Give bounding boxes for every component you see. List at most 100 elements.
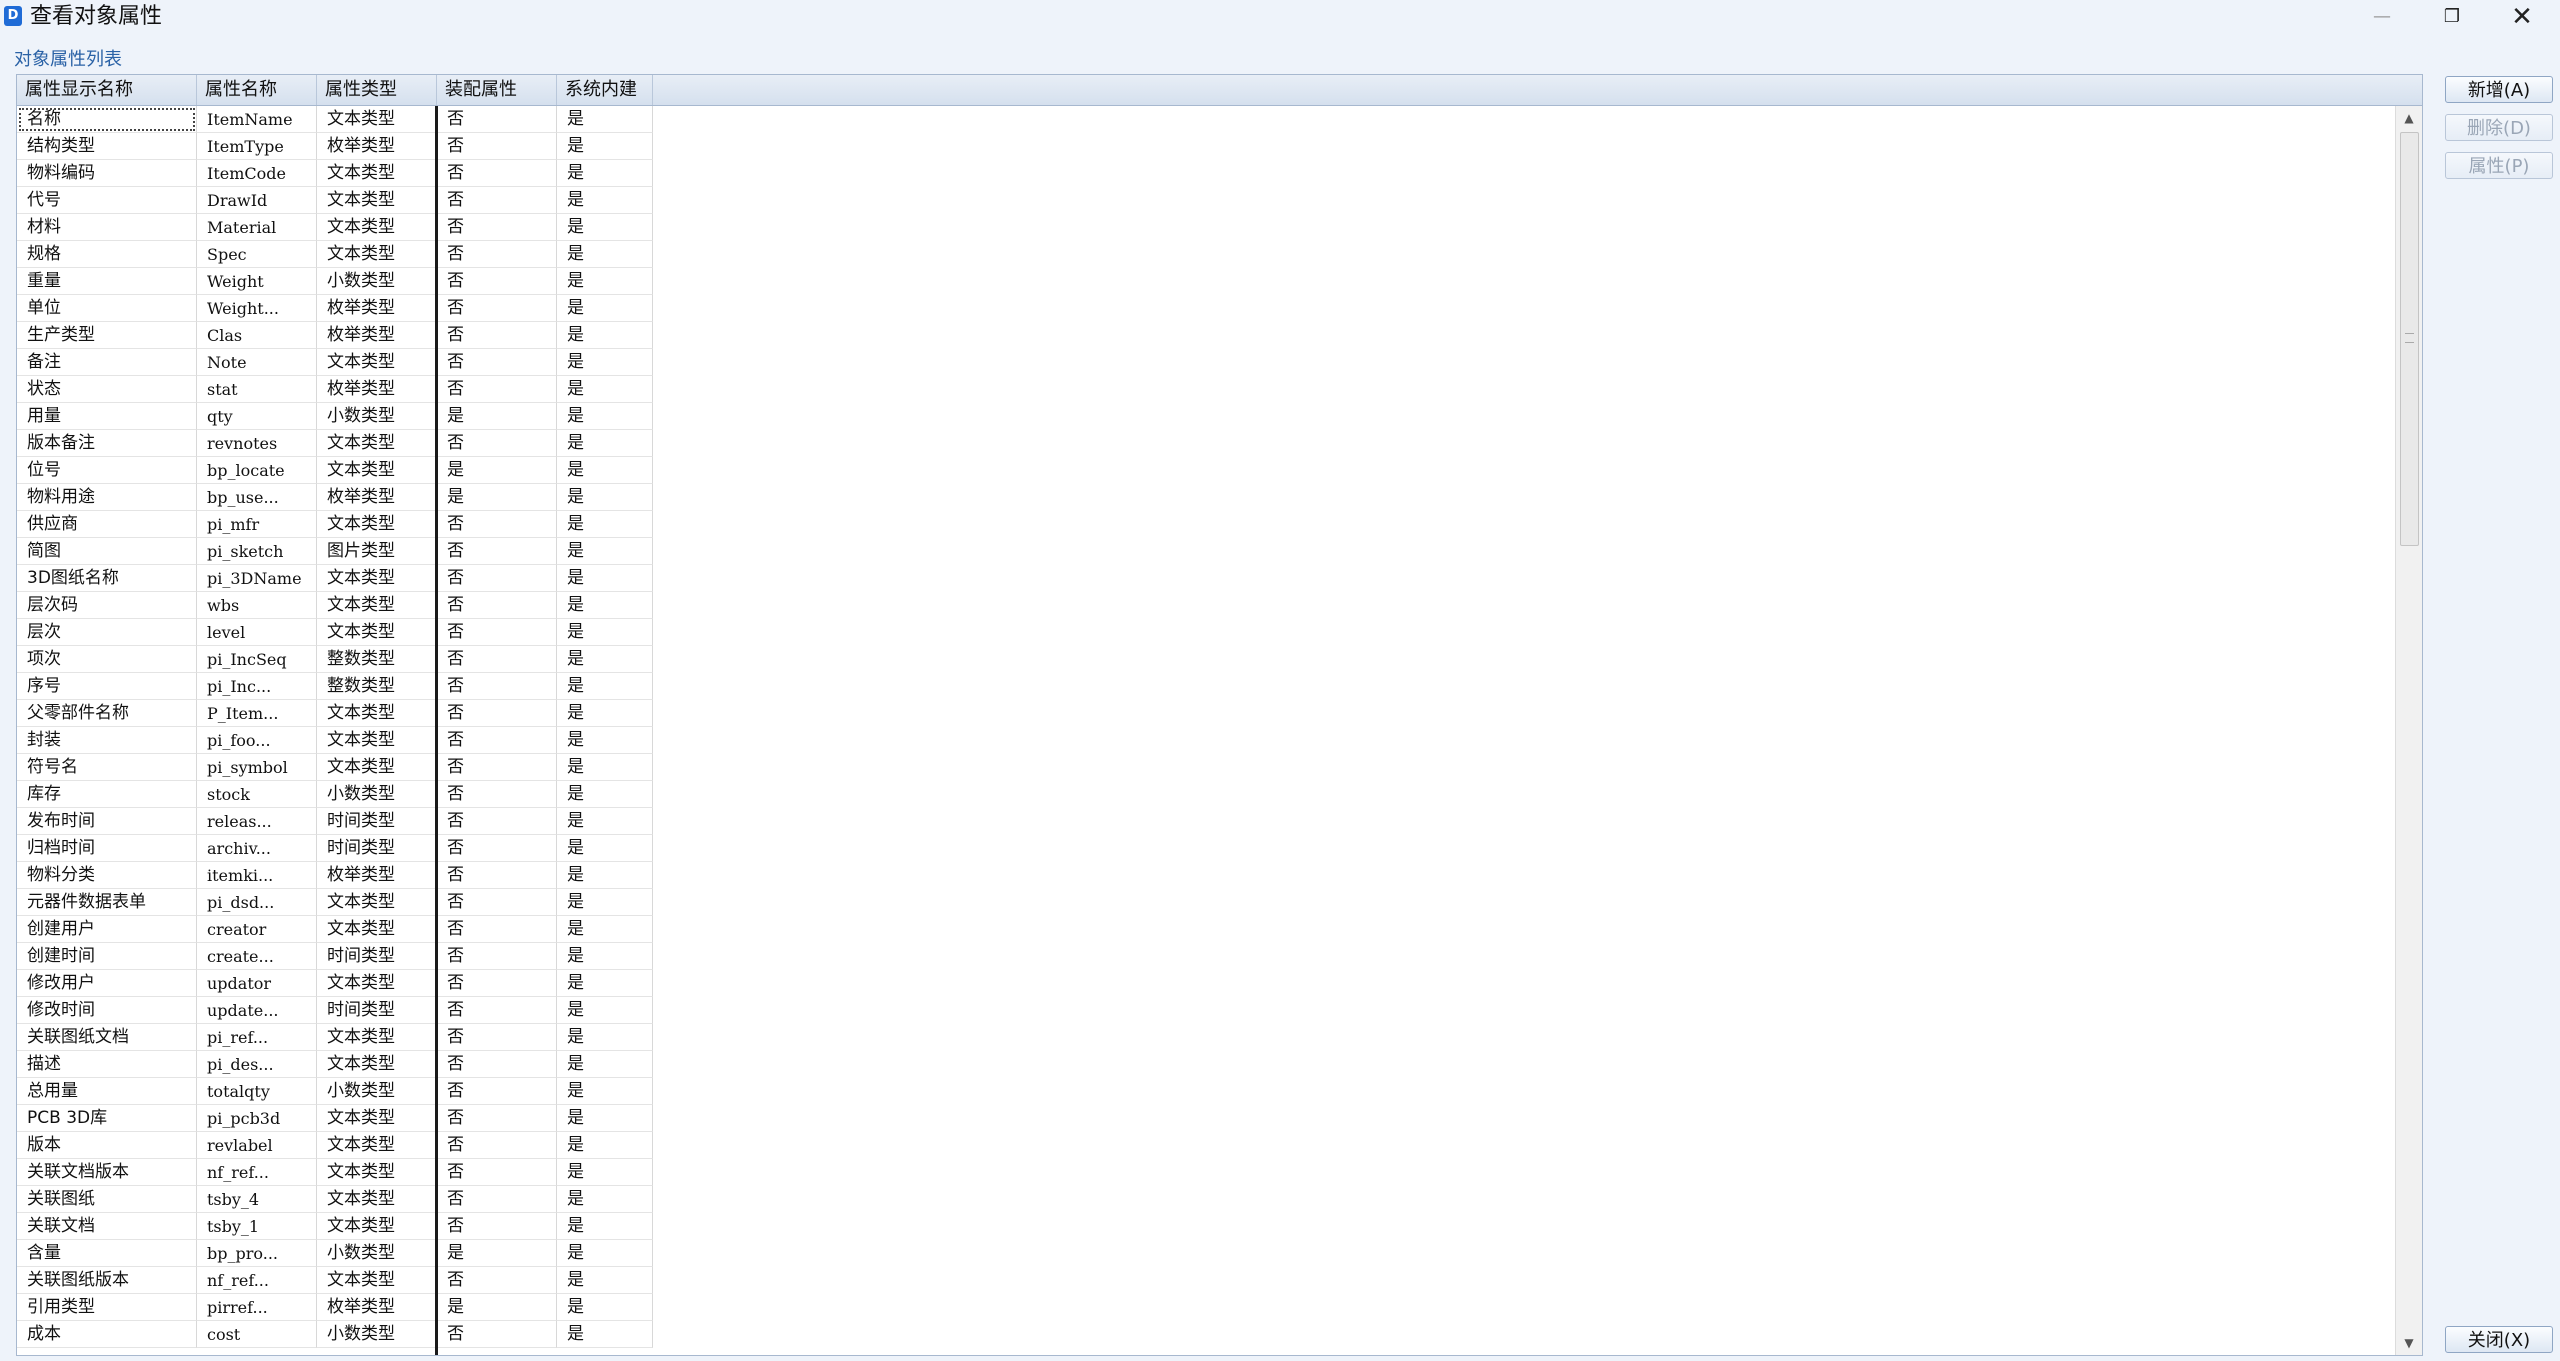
cell-property-type[interactable]: 文本类型 xyxy=(317,916,437,943)
cell-builtin[interactable]: 是 xyxy=(557,430,653,457)
table-row[interactable]: 层次 level 文本类型否是 xyxy=(17,619,653,646)
table-row[interactable]: 序号 pi_Inc... 整数类型否是 xyxy=(17,673,653,700)
cell-display-name[interactable]: 代号 xyxy=(17,187,197,214)
cell-display-name[interactable]: 描述 xyxy=(17,1051,197,1078)
table-row[interactable]: 供应商 pi_mfr 文本类型否是 xyxy=(17,511,653,538)
cell-display-name[interactable]: 创建时间 xyxy=(17,943,197,970)
cell-property-type[interactable]: 文本类型 xyxy=(317,430,437,457)
cell-builtin[interactable]: 是 xyxy=(557,970,653,997)
cell-property-type[interactable]: 文本类型 xyxy=(317,1186,437,1213)
cell-assembly[interactable]: 是 xyxy=(437,484,557,511)
close-window-button[interactable]: ✕ xyxy=(2500,2,2544,32)
cell-property-name[interactable]: totalqty xyxy=(197,1078,317,1105)
cell-property-type[interactable]: 小数类型 xyxy=(317,1321,437,1348)
cell-assembly[interactable]: 否 xyxy=(437,1159,557,1186)
table-row[interactable]: 结构类型 ItemType 枚举类型否是 xyxy=(17,133,653,160)
cell-assembly[interactable]: 否 xyxy=(437,619,557,646)
cell-display-name[interactable]: 关联图纸 xyxy=(17,1186,197,1213)
cell-builtin[interactable]: 是 xyxy=(557,1267,653,1294)
cell-property-name[interactable]: pi_pcb3d xyxy=(197,1105,317,1132)
cell-property-name[interactable]: wbs xyxy=(197,592,317,619)
cell-display-name[interactable]: 修改用户 xyxy=(17,970,197,997)
table-row[interactable]: 符号名 pi_symbol 文本类型否是 xyxy=(17,754,653,781)
cell-builtin[interactable]: 是 xyxy=(557,1051,653,1078)
cell-display-name[interactable]: 供应商 xyxy=(17,511,197,538)
cell-property-type[interactable]: 文本类型 xyxy=(317,241,437,268)
cell-property-name[interactable]: Weight xyxy=(197,268,317,295)
cell-builtin[interactable]: 是 xyxy=(557,808,653,835)
table-row[interactable]: 代号 DrawId 文本类型否是 xyxy=(17,187,653,214)
cell-builtin[interactable]: 是 xyxy=(557,133,653,160)
cell-display-name[interactable]: 状态 xyxy=(17,376,197,403)
cell-assembly[interactable]: 否 xyxy=(437,295,557,322)
cell-display-name[interactable]: 版本 xyxy=(17,1132,197,1159)
cell-display-name[interactable]: 符号名 xyxy=(17,754,197,781)
cell-property-name[interactable]: Spec xyxy=(197,241,317,268)
cell-property-type[interactable]: 小数类型 xyxy=(317,781,437,808)
scroll-up-icon[interactable]: ▲ xyxy=(2396,106,2422,130)
table-row[interactable]: 关联图纸 tsby_4 文本类型否是 xyxy=(17,1186,653,1213)
cell-property-type[interactable]: 枚举类型 xyxy=(317,484,437,511)
minimize-button[interactable]: — xyxy=(2360,2,2404,32)
cell-display-name[interactable]: 关联图纸版本 xyxy=(17,1267,197,1294)
cell-display-name[interactable]: 材料 xyxy=(17,214,197,241)
table-row[interactable]: 元器件数据表单 pi_dsd... 文本类型否是 xyxy=(17,889,653,916)
table-row[interactable]: 版本备注 revnotes 文本类型否是 xyxy=(17,430,653,457)
cell-property-name[interactable]: itemki... xyxy=(197,862,317,889)
cell-assembly[interactable]: 否 xyxy=(437,430,557,457)
cell-display-name[interactable]: 物料用途 xyxy=(17,484,197,511)
table-row[interactable]: 项次 pi_IncSeq 整数类型否是 xyxy=(17,646,653,673)
cell-display-name[interactable]: 修改时间 xyxy=(17,997,197,1024)
cell-display-name[interactable]: 含量 xyxy=(17,1240,197,1267)
table-row[interactable]: 总用量 totalqty 小数类型否是 xyxy=(17,1078,653,1105)
cell-property-type[interactable]: 文本类型 xyxy=(317,565,437,592)
cell-property-type[interactable]: 文本类型 xyxy=(317,889,437,916)
table-row[interactable]: 封装 pi_foo... 文本类型否是 xyxy=(17,727,653,754)
cell-assembly[interactable]: 否 xyxy=(437,862,557,889)
cell-property-name[interactable]: ItemName xyxy=(197,106,317,133)
table-row[interactable]: 成本 cost 小数类型否是 xyxy=(17,1321,653,1348)
cell-display-name[interactable]: 备注 xyxy=(17,349,197,376)
cell-builtin[interactable]: 是 xyxy=(557,781,653,808)
cell-property-name[interactable]: revlabel xyxy=(197,1132,317,1159)
cell-display-name[interactable]: 简图 xyxy=(17,538,197,565)
cell-property-type[interactable]: 枚举类型 xyxy=(317,862,437,889)
cell-builtin[interactable]: 是 xyxy=(557,1105,653,1132)
cell-property-type[interactable]: 时间类型 xyxy=(317,835,437,862)
table-row[interactable]: 关联文档版本 nf_ref... 文本类型否是 xyxy=(17,1159,653,1186)
close-button[interactable]: 关闭(X) xyxy=(2445,1326,2553,1353)
cell-display-name[interactable]: 成本 xyxy=(17,1321,197,1348)
cell-property-type[interactable]: 时间类型 xyxy=(317,943,437,970)
cell-display-name[interactable]: 归档时间 xyxy=(17,835,197,862)
add-button[interactable]: 新增(A) xyxy=(2445,76,2553,103)
table-row[interactable]: 备注 Note 文本类型否是 xyxy=(17,349,653,376)
cell-display-name[interactable]: 用量 xyxy=(17,403,197,430)
cell-builtin[interactable]: 是 xyxy=(557,862,653,889)
cell-property-type[interactable]: 文本类型 xyxy=(317,1051,437,1078)
cell-builtin[interactable]: 是 xyxy=(557,322,653,349)
scroll-thumb[interactable] xyxy=(2400,132,2419,546)
cell-assembly[interactable]: 否 xyxy=(437,997,557,1024)
cell-assembly[interactable]: 否 xyxy=(437,1321,557,1348)
cell-assembly[interactable]: 否 xyxy=(437,214,557,241)
cell-builtin[interactable]: 是 xyxy=(557,1321,653,1348)
cell-assembly[interactable]: 否 xyxy=(437,268,557,295)
cell-builtin[interactable]: 是 xyxy=(557,376,653,403)
cell-assembly[interactable]: 否 xyxy=(437,376,557,403)
cell-builtin[interactable]: 是 xyxy=(557,889,653,916)
cell-display-name[interactable]: 项次 xyxy=(17,646,197,673)
cell-property-type[interactable]: 文本类型 xyxy=(317,970,437,997)
cell-property-type[interactable]: 枚举类型 xyxy=(317,133,437,160)
table-row[interactable]: 引用类型 pirref... 枚举类型是是 xyxy=(17,1294,653,1321)
cell-display-name[interactable]: 序号 xyxy=(17,673,197,700)
cell-display-name[interactable]: 层次 xyxy=(17,619,197,646)
table-row[interactable]: 物料编码 ItemCode 文本类型否是 xyxy=(17,160,653,187)
table-row[interactable]: 关联图纸文档 pi_ref... 文本类型否是 xyxy=(17,1024,653,1051)
cell-display-name[interactable]: 结构类型 xyxy=(17,133,197,160)
table-row[interactable]: 层次码 wbs 文本类型否是 xyxy=(17,592,653,619)
cell-assembly[interactable]: 否 xyxy=(437,538,557,565)
cell-display-name[interactable]: 关联图纸文档 xyxy=(17,1024,197,1051)
column-header-type[interactable]: 属性类型 xyxy=(317,75,437,105)
cell-property-name[interactable]: pi_3DName xyxy=(197,565,317,592)
cell-property-name[interactable]: bp_pro... xyxy=(197,1240,317,1267)
